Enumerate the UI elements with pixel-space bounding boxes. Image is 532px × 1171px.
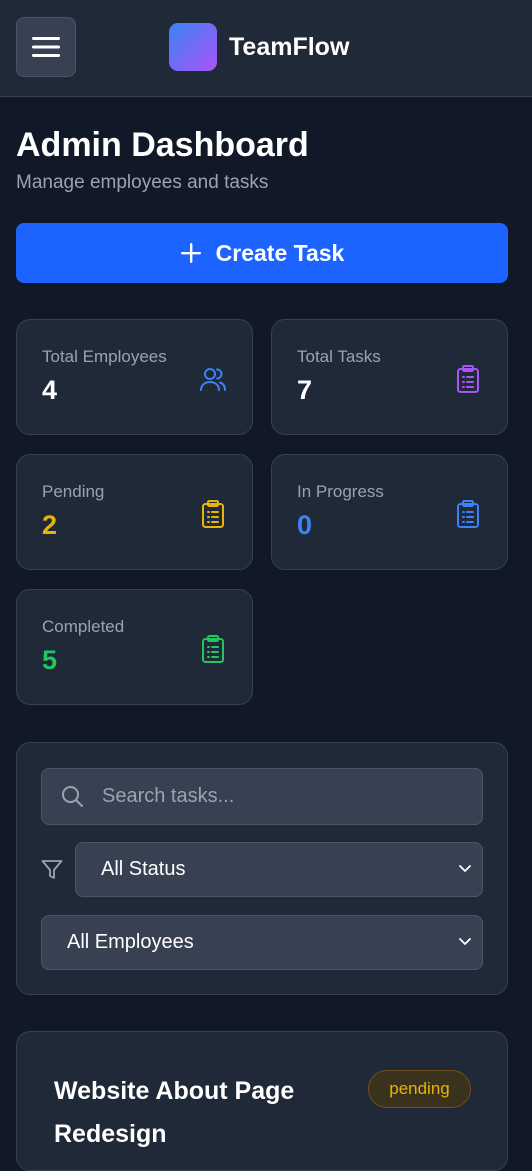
status-select-value: All Status	[101, 858, 186, 880]
chevron-down-icon	[459, 865, 471, 872]
stat-value: 7	[297, 375, 313, 405]
task-card[interactable]: Website About Page Redesign pending	[16, 1031, 508, 1171]
clipboard-icon	[202, 500, 224, 528]
chevron-down-icon	[459, 938, 471, 945]
search-input[interactable]	[102, 769, 472, 824]
employee-select-value: All Employees	[67, 931, 194, 953]
stat-label: Total Employees	[42, 347, 167, 366]
stat-value: 2	[42, 510, 58, 540]
clipboard-icon	[457, 500, 479, 528]
status-badge: pending	[368, 1070, 471, 1108]
stat-card-total-employees: Total Employees 4	[16, 319, 253, 435]
top-bar: TeamFlow	[0, 0, 532, 97]
users-icon	[200, 368, 226, 391]
search-box[interactable]	[41, 768, 483, 825]
stat-label: Completed	[42, 617, 125, 636]
page-subtitle: Manage employees and tasks	[16, 172, 269, 193]
menu-icon	[32, 37, 60, 57]
status-select[interactable]: All Status	[75, 842, 483, 897]
clipboard-icon	[202, 635, 224, 663]
create-task-label: Create Task	[215, 239, 345, 266]
task-title: Website About Page Redesign	[54, 1077, 295, 1148]
menu-button[interactable]	[16, 17, 76, 77]
filter-panel: All Status All Employees	[16, 742, 508, 995]
brand-name: TeamFlow	[229, 33, 350, 61]
stat-card-pending: Pending 2	[16, 454, 253, 570]
stat-label: Total Tasks	[297, 347, 381, 366]
stat-card-total-tasks: Total Tasks 7	[271, 319, 508, 435]
logo-icon	[169, 23, 217, 71]
stat-value: 4	[42, 375, 58, 405]
stat-label: In Progress	[297, 482, 384, 501]
plus-icon	[180, 243, 201, 263]
stat-card-in-progress: In Progress 0	[271, 454, 508, 570]
search-icon	[62, 786, 83, 807]
employee-select[interactable]: All Employees	[41, 915, 483, 970]
filter-icon	[41, 860, 63, 879]
stat-value: 0	[297, 510, 313, 540]
stat-card-completed: Completed 5	[16, 589, 253, 705]
stat-value: 5	[42, 645, 58, 675]
page-title: Admin Dashboard	[16, 126, 309, 164]
clipboard-icon	[457, 365, 479, 393]
stat-label: Pending	[42, 482, 105, 501]
create-task-button[interactable]: Create Task	[16, 223, 508, 283]
